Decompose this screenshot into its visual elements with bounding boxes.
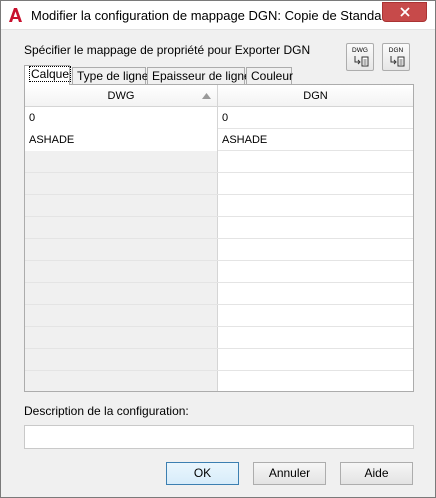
autocad-icon bbox=[9, 8, 22, 22]
empty-row bbox=[25, 261, 413, 283]
empty-row bbox=[25, 217, 413, 239]
empty-row bbox=[25, 327, 413, 349]
column-header-dwg-label: DWG bbox=[107, 90, 135, 102]
description-label: Description de la configuration: bbox=[24, 404, 189, 418]
cancel-button[interactable]: Annuler bbox=[253, 462, 326, 485]
map-from-dwg-button[interactable]: DWG bbox=[346, 43, 374, 71]
map-from-dwg-icon bbox=[354, 56, 369, 67]
map-dgn-label: DGN bbox=[388, 47, 404, 54]
empty-row bbox=[25, 349, 413, 371]
empty-row bbox=[25, 173, 413, 195]
ok-button[interactable]: OK bbox=[166, 462, 239, 485]
map-from-dgn-icon bbox=[390, 56, 405, 67]
close-icon bbox=[399, 7, 410, 17]
dgn-cell[interactable]: ASHADE bbox=[218, 129, 413, 151]
map-dwg-label: DWG bbox=[352, 47, 368, 54]
instruction-text: Spécifier le mappage de propriété pour E… bbox=[24, 43, 311, 57]
dgn-cell[interactable]: 0 bbox=[218, 107, 413, 129]
tab-epaisseur-de-ligne[interactable]: Epaisseur de ligne bbox=[147, 67, 251, 84]
column-header-dwg[interactable]: DWG bbox=[25, 85, 218, 107]
column-header-dgn-label: DGN bbox=[303, 90, 328, 102]
dwg-cell[interactable]: ASHADE bbox=[25, 129, 218, 151]
tab-type-de-ligne[interactable]: Type de ligne bbox=[72, 67, 149, 84]
tab-couleur[interactable]: Couleur bbox=[246, 67, 294, 84]
description-input[interactable] bbox=[24, 425, 414, 449]
help-button[interactable]: Aide bbox=[340, 462, 413, 485]
column-header-dgn[interactable]: DGN bbox=[218, 85, 413, 107]
empty-row bbox=[25, 283, 413, 305]
dialog-window: Modifier la configuration de mappage DGN… bbox=[0, 0, 436, 498]
table-row[interactable]: 0 0 bbox=[25, 107, 413, 129]
map-from-dgn-button[interactable]: DGN bbox=[382, 43, 410, 71]
tab-epaisseur-label: Epaisseur de ligne bbox=[152, 69, 251, 83]
empty-row bbox=[25, 305, 413, 327]
empty-row bbox=[25, 239, 413, 261]
table-row[interactable]: ASHADE ASHADE bbox=[25, 129, 413, 151]
window-title: Modifier la configuration de mappage DGN… bbox=[31, 8, 394, 23]
close-button[interactable] bbox=[382, 2, 427, 22]
dwg-cell[interactable]: 0 bbox=[25, 107, 218, 129]
tab-calque-label: Calque bbox=[29, 66, 72, 82]
tab-type-de-ligne-label: Type de ligne bbox=[77, 69, 149, 83]
tab-couleur-label: Couleur bbox=[251, 69, 294, 83]
tab-calque[interactable]: Calque bbox=[24, 65, 72, 85]
empty-row bbox=[25, 195, 413, 217]
mapping-table: DWG DGN 0 0 ASHADE ASHADE bbox=[24, 84, 414, 392]
empty-row bbox=[25, 151, 413, 173]
title-bar[interactable]: Modifier la configuration de mappage DGN… bbox=[1, 1, 435, 30]
sort-ascending-icon bbox=[202, 93, 211, 99]
